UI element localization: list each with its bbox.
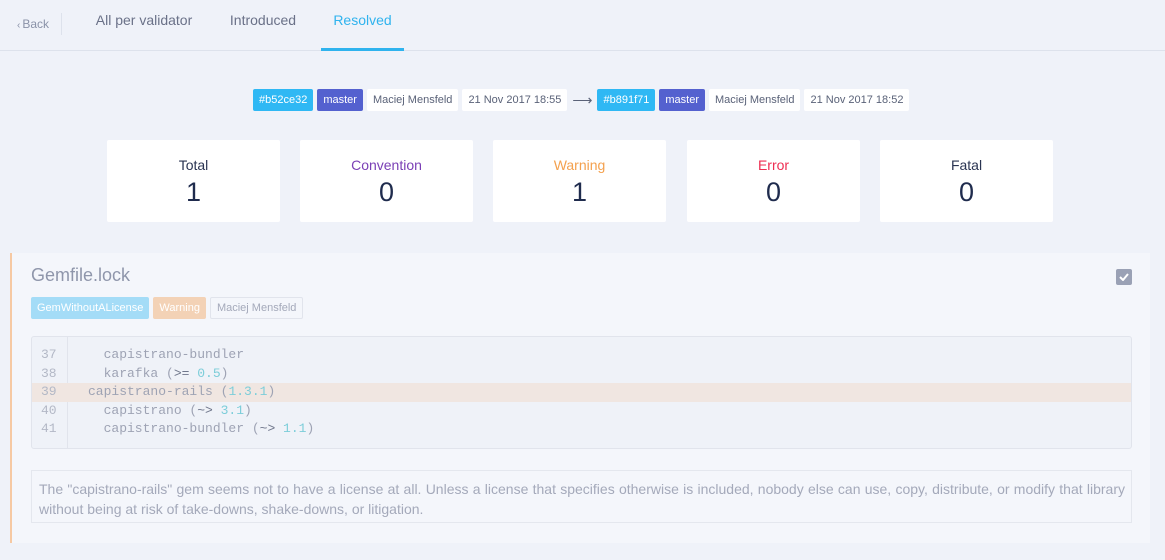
stat-label: Total (178, 157, 209, 173)
back-label: Back (22, 17, 50, 31)
line-source: capistrano-bundler (~> 1.1) (88, 421, 315, 436)
code-line: 39 capistrano-rails (1.3.1) (32, 383, 1131, 402)
stat-label: Fatal (950, 157, 983, 173)
tab-introduced[interactable]: Introduced (228, 0, 298, 50)
stat-card-convention: Convention 0 (300, 140, 473, 222)
line-number: 37 (41, 347, 57, 362)
checkmark-icon (1119, 273, 1129, 281)
stat-label: Error (757, 157, 790, 173)
line-number: 40 (41, 402, 57, 418)
code-line: 37 capistrano-bundler (32, 346, 1131, 365)
back-button[interactable]: ‹ Back (17, 13, 63, 35)
from-branch: master (317, 89, 363, 111)
line-source: capistrano (~> 3.1) (88, 402, 252, 418)
issue-panel: Gemfile.lock GemWithoutALicense Warning … (10, 253, 1150, 543)
code-line: 41 capistrano-bundler (~> 1.1) (32, 420, 1131, 439)
resolved-checkbox[interactable] (1116, 269, 1132, 285)
line-number: 38 (41, 365, 57, 381)
issue-tags: GemWithoutALicense Warning Maciej Mensfe… (31, 297, 304, 319)
line-number: 39 (41, 384, 57, 399)
stat-card-total: Total 1 (107, 140, 280, 222)
chevron-left-icon: ‹ (17, 20, 21, 31)
to-author: Maciej Mensfeld (709, 89, 801, 111)
code-line: 40 capistrano (~> 3.1) (32, 402, 1131, 421)
issue-file-name[interactable]: Gemfile.lock (31, 265, 130, 286)
to-date: 21 Nov 2017 18:52 (804, 89, 910, 111)
stat-label: Warning (553, 157, 606, 173)
stat-value: 0 (378, 177, 395, 207)
stat-label: Convention (351, 157, 422, 173)
stat-value: 0 (958, 177, 975, 207)
from-date: 21 Nov 2017 18:55 (462, 89, 568, 111)
stat-card-fatal: Fatal 0 (880, 140, 1053, 222)
arrow-right-icon: ⟶ (572, 91, 593, 108)
to-branch: master (659, 89, 705, 111)
from-author: Maciej Mensfeld (366, 89, 459, 111)
stat-card-warning: Warning 1 (493, 140, 666, 222)
stat-card-error: Error 0 (687, 140, 860, 222)
code-snippet: 37 capistrano-bundler 38 karafka (>= 0.5)… (31, 336, 1132, 449)
tab-resolved[interactable]: Resolved (321, 0, 404, 51)
commit-comparison: #b52ce32 master Maciej Mensfeld 21 Nov 2… (253, 89, 910, 111)
line-source: capistrano-bundler (88, 347, 245, 362)
to-commit-sha[interactable]: #b891f71 (597, 89, 656, 111)
level-badge: Warning (153, 297, 206, 319)
stat-value: 1 (185, 177, 202, 207)
tab-all-per-validator[interactable]: All per validator (95, 0, 193, 50)
line-number: 41 (41, 421, 57, 436)
from-commit-sha[interactable]: #b52ce32 (253, 89, 314, 111)
line-source: karafka (>= 0.5) (88, 365, 229, 381)
line-source: capistrano-rails (1.3.1) (88, 384, 276, 399)
code-line: 38 karafka (>= 0.5) (32, 365, 1131, 384)
stat-value: 1 (571, 177, 588, 207)
issue-description: The "capistrano-rails" gem seems not to … (31, 470, 1132, 523)
stat-value: 0 (765, 177, 782, 207)
validator-badge: GemWithoutALicense (31, 297, 150, 319)
top-navigation: ‹ Back All per validator Introduced Resol… (0, 0, 1165, 51)
author-badge: Maciej Mensfeld (209, 297, 304, 319)
